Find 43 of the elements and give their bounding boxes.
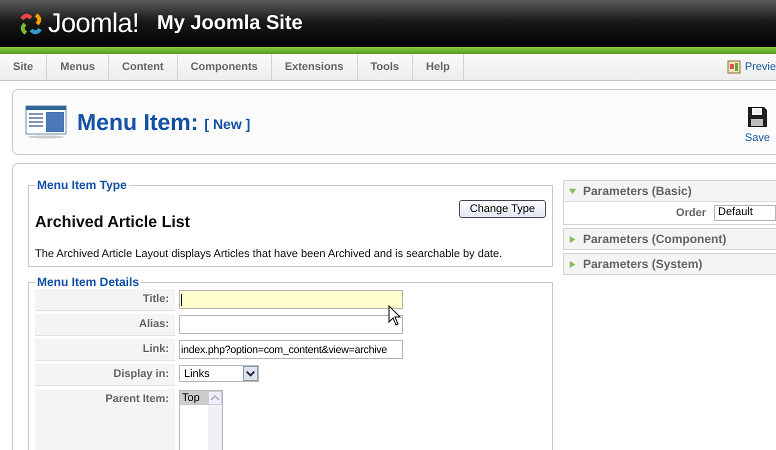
preview-icon (726, 60, 741, 74)
mouse-pointer-icon (388, 305, 402, 327)
type-description: The Archived Article Layout displays Articles that have been Archived and is searchable by date. (35, 248, 504, 260)
site-name: My Joomla Site (157, 12, 303, 35)
field-label: Title: (35, 289, 175, 311)
scrollbar[interactable] (208, 391, 222, 450)
menu-item[interactable]: Help (413, 54, 464, 80)
triangle-right-icon (568, 260, 577, 268)
field-label: Display in: (35, 364, 175, 386)
menu-item[interactable]: Content (109, 54, 178, 80)
parameter-label: Order (676, 207, 706, 219)
parameters-panel-header[interactable]: Parameters (System) (564, 254, 776, 274)
list-box[interactable]: Top (179, 390, 223, 450)
menu-item[interactable]: Menus (47, 54, 110, 80)
preview-link[interactable]: Previe (744, 61, 776, 73)
field-label: Alias: (35, 314, 175, 336)
dropdown-field[interactable]: Default (714, 205, 776, 221)
list-option[interactable]: Top (180, 391, 208, 405)
triangle-down-icon (568, 186, 577, 196)
dropdown-caret-icon (243, 366, 258, 381)
item-type-name: Archived Article List (35, 214, 190, 232)
menu-item[interactable]: Tools (358, 54, 414, 80)
scroll-up-icon (208, 391, 222, 405)
triangle-right-icon (568, 234, 577, 244)
parameters-panel-header[interactable]: Parameters (Component) (564, 229, 776, 249)
field-label: Parent Item: (35, 389, 175, 450)
group-legend: Menu Item Details (35, 275, 142, 289)
text-field[interactable] (179, 315, 403, 334)
page-title: Menu Item: (77, 108, 198, 136)
logo-text: Joomla! (48, 8, 140, 39)
save-button[interactable]: Save (744, 104, 776, 144)
change-type-button[interactable]: Change Type (458, 200, 546, 218)
page-subtitle: [ New ] (204, 116, 250, 132)
field-label: Link: (35, 339, 175, 361)
dropdown-field[interactable]: Links (179, 365, 259, 382)
parameters-panel-header[interactable]: Parameters (Basic) (564, 181, 776, 201)
menu-item[interactable]: Extensions (272, 54, 358, 80)
group-legend: Menu Item Type (35, 178, 129, 192)
text-field[interactable] (179, 290, 403, 309)
menu-page-icon (25, 105, 67, 139)
text-field[interactable]: index.php?option=com_content&view=archive (179, 340, 403, 359)
menu-item[interactable]: Components (178, 54, 272, 80)
menu-item[interactable]: Site (0, 54, 48, 80)
